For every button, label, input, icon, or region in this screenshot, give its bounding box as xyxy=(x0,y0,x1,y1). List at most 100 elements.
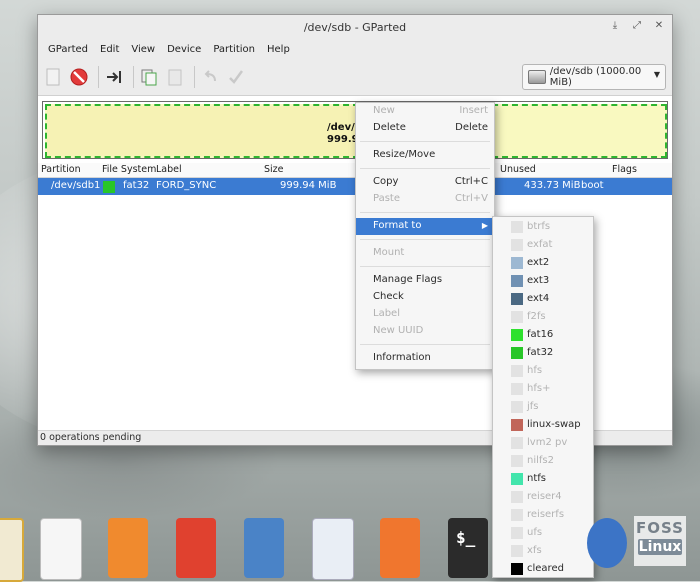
filesystem-color-swatch xyxy=(511,419,523,431)
menu-item-resize-move[interactable]: Resize/Move xyxy=(356,147,494,164)
format-option-linux-swap[interactable]: linux-swap xyxy=(493,416,593,434)
close-icon[interactable]: ✕ xyxy=(652,19,666,33)
menu-help[interactable]: Help xyxy=(261,44,296,55)
format-option-exfat[interactable]: exfat xyxy=(493,236,593,254)
new-partition-icon xyxy=(46,68,60,86)
col-filesystem[interactable]: File System xyxy=(102,164,156,175)
format-option-label: reiser4 xyxy=(527,491,562,502)
menu-item-label: Label xyxy=(373,308,400,319)
menu-partition[interactable]: Partition xyxy=(207,44,261,55)
filesystem-color-swatch xyxy=(511,293,523,305)
format-option-label: cleared xyxy=(527,563,564,574)
settings-toggle-icon[interactable] xyxy=(312,518,354,580)
col-flags[interactable]: Flags xyxy=(612,164,637,175)
format-option-label: fat32 xyxy=(527,347,554,358)
menu-item-label: Information xyxy=(373,352,431,363)
format-option-hfs-[interactable]: hfs+ xyxy=(493,380,593,398)
format-option-f2fs[interactable]: f2fs xyxy=(493,308,593,326)
music-player-icon[interactable] xyxy=(108,518,148,578)
terminal-icon[interactable]: $_ xyxy=(448,518,488,578)
filesystem-color-swatch xyxy=(511,257,523,269)
menu-item-label: Check xyxy=(373,291,404,302)
format-option-label: ufs xyxy=(527,527,543,538)
format-option-jfs[interactable]: jfs xyxy=(493,398,593,416)
maximize-icon[interactable]: ⤢ xyxy=(630,19,644,33)
format-option-xfs[interactable]: xfs xyxy=(493,542,593,560)
col-size[interactable]: Size xyxy=(264,164,284,175)
minimize-icon[interactable]: ⤓ xyxy=(608,19,622,33)
menu-device[interactable]: Device xyxy=(161,44,207,55)
video-player-icon[interactable] xyxy=(176,518,216,578)
menu-item-manage-flags[interactable]: Manage Flags xyxy=(356,272,494,289)
menu-item-format-to[interactable]: Format to ▶ xyxy=(356,218,494,235)
format-option-label: ntfs xyxy=(527,473,546,484)
format-option-label: lvm2 pv xyxy=(527,437,568,448)
undo-button[interactable] xyxy=(199,66,221,88)
col-label[interactable]: Label xyxy=(156,164,182,175)
apply-button[interactable] xyxy=(225,66,247,88)
menu-item-shortcut: Ctrl+C xyxy=(454,176,488,187)
menu-item-paste[interactable]: Paste Ctrl+V xyxy=(356,191,494,208)
device-selector[interactable]: /dev/sdb (1000.00 MiB) ▼ xyxy=(522,64,666,90)
checkmark-icon xyxy=(229,70,244,84)
format-option-nilfs2[interactable]: nilfs2 xyxy=(493,452,593,470)
format-option-cleared[interactable]: cleared xyxy=(493,560,593,578)
delete-partition-button[interactable] xyxy=(68,66,90,88)
calendar-icon[interactable] xyxy=(40,518,82,580)
partition-context-menu: New Insert Delete Delete Resize/Move Cop… xyxy=(355,102,495,370)
format-option-fat32[interactable]: fat32 xyxy=(493,344,593,362)
format-option-reiser4[interactable]: reiser4 xyxy=(493,488,593,506)
menu-item-label: Mount xyxy=(373,247,405,258)
format-option-ntfs[interactable]: ntfs xyxy=(493,470,593,488)
menu-gparted[interactable]: GParted xyxy=(42,44,94,55)
resize-move-button[interactable] xyxy=(103,66,125,88)
format-option-ext4[interactable]: ext4 xyxy=(493,290,593,308)
menu-view[interactable]: View xyxy=(125,44,161,55)
menu-item-label: Manage Flags xyxy=(373,274,443,285)
format-option-label: ext3 xyxy=(527,275,550,286)
copy-button[interactable] xyxy=(138,66,160,88)
filesystem-color-swatch xyxy=(103,181,115,193)
hard-disk-icon xyxy=(528,70,546,84)
format-option-label: f2fs xyxy=(527,311,546,322)
menu-separator xyxy=(360,168,490,169)
format-option-ufs[interactable]: ufs xyxy=(493,524,593,542)
menu-item-label-edit[interactable]: Label xyxy=(356,306,494,323)
menu-item-copy[interactable]: Copy Ctrl+C xyxy=(356,174,494,191)
format-option-hfs[interactable]: hfs xyxy=(493,362,593,380)
format-option-fat16[interactable]: fat16 xyxy=(493,326,593,344)
browser-icon[interactable] xyxy=(587,518,627,568)
format-option-label: fat16 xyxy=(527,329,554,340)
photos-icon[interactable] xyxy=(244,518,284,578)
format-option-btrfs[interactable]: btrfs xyxy=(493,218,593,236)
format-option-lvm2-pv[interactable]: lvm2 pv xyxy=(493,434,593,452)
col-unused[interactable]: Unused xyxy=(500,164,536,175)
row-size: 999.94 MiB xyxy=(280,180,337,191)
format-option-ext3[interactable]: ext3 xyxy=(493,272,593,290)
menu-item-mount[interactable]: Mount xyxy=(356,245,494,262)
format-option-label: linux-swap xyxy=(527,419,581,430)
menu-item-shortcut: Ctrl+V xyxy=(454,193,488,204)
copy-icon xyxy=(141,69,157,86)
paste-button[interactable] xyxy=(164,66,186,88)
filesystem-color-swatch xyxy=(511,563,523,575)
menu-edit[interactable]: Edit xyxy=(94,44,125,55)
app-center-icon[interactable] xyxy=(380,518,420,578)
format-option-label: reiserfs xyxy=(527,509,565,520)
menu-item-label: Resize/Move xyxy=(373,149,436,160)
title-bar[interactable]: /dev/sdb - GParted ⤓ ⤢ ✕ xyxy=(38,15,672,39)
menu-item-information[interactable]: Information xyxy=(356,350,494,367)
menu-item-check[interactable]: Check xyxy=(356,289,494,306)
format-option-ext2[interactable]: ext2 xyxy=(493,254,593,272)
arrow-right-bar-icon xyxy=(107,71,121,83)
format-option-reiserfs[interactable]: reiserfs xyxy=(493,506,593,524)
menu-item-new[interactable]: New Insert xyxy=(356,103,494,120)
file-manager-icon[interactable] xyxy=(0,518,24,582)
col-partition[interactable]: Partition xyxy=(41,164,81,175)
menu-item-delete[interactable]: Delete Delete xyxy=(356,120,494,137)
filesystem-color-swatch xyxy=(511,329,523,341)
menu-item-new-uuid[interactable]: New UUID xyxy=(356,323,494,340)
row-unused: 433.73 MiB xyxy=(524,180,581,191)
new-partition-button[interactable] xyxy=(42,66,64,88)
device-selector-label: /dev/sdb (1000.00 MiB) xyxy=(549,66,642,88)
